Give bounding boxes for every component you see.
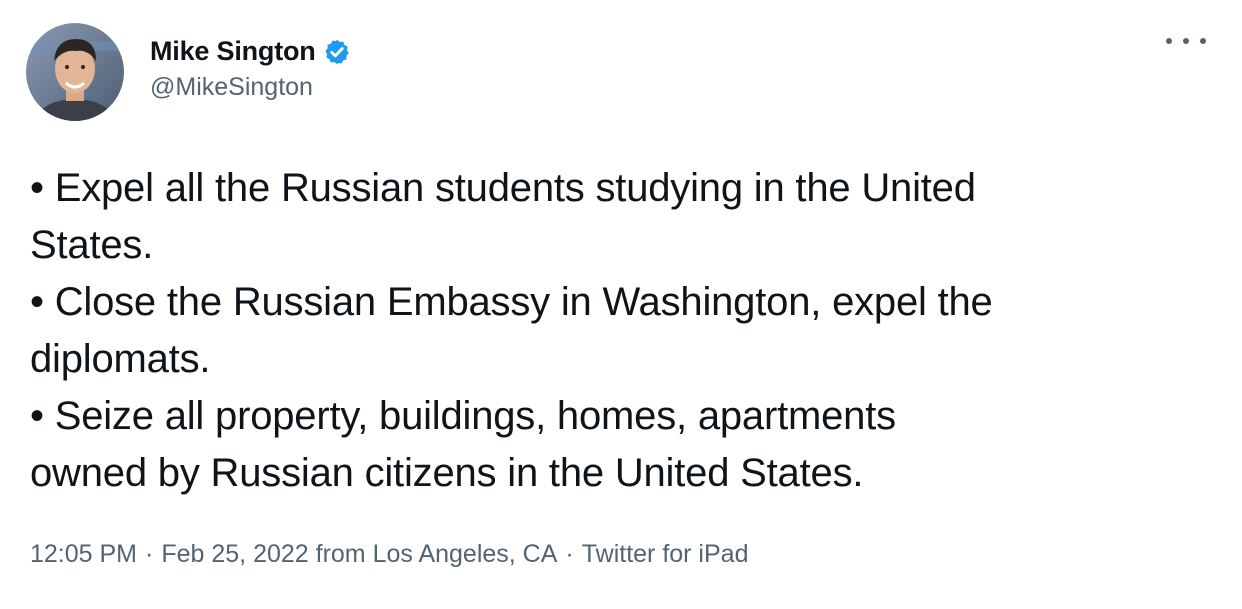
tweet-text-line: diplomats. (30, 337, 211, 381)
tweet-source-link[interactable]: Twitter for iPad (582, 540, 749, 569)
tweet-card: Mike Sington @MikeSington • Expel all th… (0, 0, 1242, 609)
more-horizontal-icon[interactable] (1166, 30, 1206, 52)
tweet-header: Mike Sington @MikeSington (26, 22, 1212, 122)
name-row: Mike Sington (150, 36, 351, 67)
meta-separator: · (145, 540, 154, 568)
tweet-text-line: • Close the Russian Embassy in Washingto… (30, 280, 993, 324)
more-dot (1166, 38, 1172, 44)
tweet-text-line: owned by Russian citizens in the United … (30, 451, 864, 495)
more-dot (1200, 38, 1206, 44)
user-handle[interactable]: @MikeSington (150, 73, 351, 102)
tweet-meta: 12:05 PM · Feb 25, 2022 from Los Angeles… (30, 540, 748, 569)
more-dot (1183, 38, 1189, 44)
user-identity: Mike Sington @MikeSington (150, 36, 351, 102)
tweet-text: • Expel all the Russian students studyin… (30, 160, 1210, 502)
verified-badge-icon (323, 38, 351, 66)
tweet-text-line: • Expel all the Russian students studyin… (30, 166, 976, 210)
tweet-date-location: Feb 25, 2022 from Los Angeles, CA (161, 540, 558, 568)
meta-separator: · (565, 540, 574, 568)
tweet-time[interactable]: 12:05 PM (30, 540, 137, 569)
avatar-image (26, 23, 124, 121)
avatar[interactable] (26, 23, 124, 121)
display-name[interactable]: Mike Sington (150, 36, 316, 67)
tweet-text-line: States. (30, 223, 154, 267)
tweet-text-line: • Seize all property, buildings, homes, … (30, 394, 896, 438)
